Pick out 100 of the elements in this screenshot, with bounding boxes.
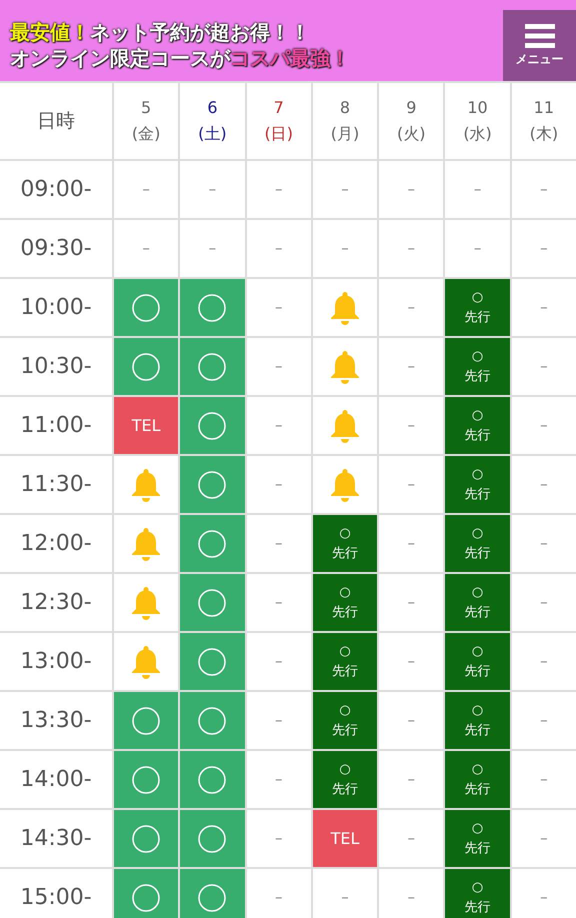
day-number: 9 [406,97,416,119]
time-label: 10:00- [20,294,92,322]
unavailable-mark: – [474,238,482,260]
advance-slot[interactable]: ○ 先行 [445,751,510,808]
unavailable-mark: – [408,828,416,850]
advance-slot[interactable]: ○ 先行 [445,633,510,690]
time-label: 11:00- [20,412,92,440]
time-label: 13:30- [20,707,92,735]
unavailable-mark: – [274,769,282,790]
available-slot[interactable] [180,633,245,690]
time-label: 12:30- [20,589,92,617]
waitlist-slot[interactable] [312,279,378,336]
available-slot[interactable] [114,338,178,395]
weekday-label: (火) [397,123,426,145]
unavailable-mark: – [274,356,282,378]
phone-slot[interactable]: TEL [312,810,378,867]
advance-slot[interactable]: ○ 先行 [445,279,510,336]
weekday-label: (木) [530,123,558,145]
advance-slot[interactable]: ○ 先行 [445,810,510,867]
circle-icon [198,706,226,734]
available-slot[interactable] [114,751,178,808]
waitlist-slot[interactable] [312,456,378,513]
advance-slot[interactable]: ○ 先行 [312,633,378,690]
advance-slot[interactable]: ○ 先行 [445,869,510,918]
advance-slot[interactable]: ○ 先行 [445,456,510,513]
banner-text: オンライン限定コースが [10,45,230,71]
circle-icon [198,470,226,498]
unavailable-mark: – [142,238,150,260]
available-slot[interactable] [180,397,245,454]
available-slot[interactable] [180,810,245,867]
waitlist-slot[interactable] [312,338,378,395]
available-slot[interactable] [114,869,178,918]
available-slot[interactable] [114,810,178,867]
bell-icon [330,290,360,324]
bell-icon [131,526,162,560]
weekday-label: (金) [132,123,160,145]
available-slot[interactable] [180,574,245,631]
time-label: 14:30- [20,825,92,853]
unavailable-mark: – [274,592,282,614]
weekday-label: (水) [463,123,492,145]
unavailable-mark: – [474,179,482,200]
waitlist-slot[interactable] [114,456,178,513]
unavailable-mark: – [408,238,416,260]
banner-text: 最安値！ [10,19,90,45]
time-label: 12:00- [20,530,92,558]
waitlist-slot[interactable] [114,515,178,572]
unavailable-mark: – [540,415,548,436]
phone-slot[interactable]: TEL [114,397,178,454]
unavailable-mark: – [274,474,282,496]
unavailable-mark: – [540,238,548,260]
bell-icon [330,350,360,384]
advance-slot[interactable]: ○ 先行 [445,338,510,395]
circle-icon [132,884,160,912]
advance-slot[interactable]: ○ 先行 [445,574,510,631]
circle-icon [132,352,160,380]
unavailable-mark: – [540,828,548,850]
waitlist-slot[interactable] [114,633,178,690]
advance-slot[interactable]: ○ 先行 [445,692,510,749]
available-slot[interactable] [114,279,178,336]
available-slot[interactable] [180,456,245,513]
day-number: 11 [534,97,554,119]
available-slot[interactable] [180,751,245,808]
weekday-label: (日) [264,123,293,145]
unavailable-mark: – [540,651,548,672]
unavailable-mark: – [341,179,349,200]
unavailable-mark: – [274,297,282,318]
time-label: 09:00- [20,176,92,204]
waitlist-slot[interactable] [114,574,178,631]
circle-icon [198,766,226,794]
unavailable-mark: – [408,474,416,496]
bell-icon [131,586,162,620]
available-slot[interactable] [180,515,245,572]
unavailable-mark: – [540,474,548,496]
available-slot[interactable] [114,692,178,749]
unavailable-mark: – [274,710,282,732]
advance-slot[interactable]: ○ 先行 [445,515,510,572]
time-label: 14:00- [20,766,92,794]
available-slot[interactable] [180,692,245,749]
unavailable-mark: – [408,887,416,908]
advance-slot[interactable]: ○ 先行 [312,751,378,808]
available-slot[interactable] [180,869,245,918]
unavailable-mark: – [274,179,282,200]
unavailable-mark: – [540,710,548,732]
waitlist-slot[interactable] [312,397,378,454]
available-slot[interactable] [180,338,245,395]
unavailable-mark: – [341,887,349,908]
bell-icon [330,468,360,502]
available-slot[interactable] [180,279,245,336]
banner-text: ネット予約が超お得！！ [90,19,310,45]
advance-slot[interactable]: ○ 先行 [312,515,378,572]
unavailable-mark: – [540,179,548,200]
unavailable-mark: – [540,297,548,318]
advance-slot[interactable]: ○ 先行 [312,692,378,749]
advance-slot[interactable]: ○ 先行 [312,574,378,631]
time-label: 10:30- [20,353,92,381]
time-label: 15:00- [20,884,92,912]
day-number: 7 [274,97,284,119]
menu-button[interactable]: メニュー [503,10,576,81]
column-heading: 日時 [37,108,75,134]
advance-slot[interactable]: ○ 先行 [445,397,510,454]
